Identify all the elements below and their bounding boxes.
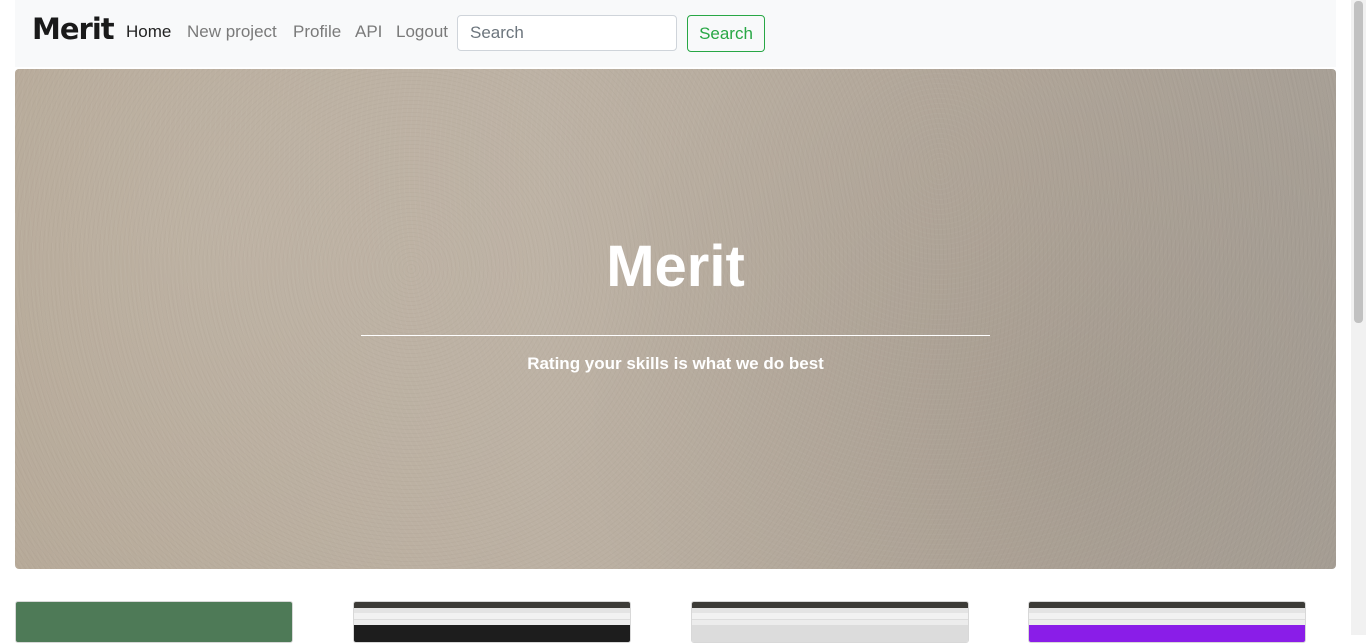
search-button[interactable]: Search [687, 15, 765, 52]
project-card[interactable] [15, 601, 293, 643]
thumbnail-urlbar [354, 613, 630, 620]
nav-link-api[interactable]: API [355, 22, 382, 42]
search-input[interactable] [457, 15, 677, 51]
project-thumbnail [692, 625, 968, 642]
thumbnail-urlbar [1029, 613, 1305, 620]
nav-link-logout[interactable]: Logout [396, 22, 448, 42]
navbar: Merit Home New project Profile API Logou… [15, 0, 1336, 67]
hero-title: Merit [606, 234, 745, 299]
page-scrollbar[interactable] [1351, 0, 1366, 635]
project-thumbnail [354, 625, 630, 642]
nav-link-home[interactable]: Home [126, 22, 171, 42]
nav-link-profile[interactable]: Profile [293, 22, 341, 42]
project-thumbnail [1029, 625, 1305, 642]
hero-divider [361, 335, 990, 336]
project-card[interactable] [1028, 601, 1306, 643]
project-card[interactable] [691, 601, 969, 643]
scrollbar-thumb[interactable] [1354, 1, 1363, 323]
project-card[interactable] [353, 601, 631, 643]
hero-subtitle: Rating your skills is what we do best [527, 354, 824, 373]
hero-banner: Merit Rating your skills is what we do b… [15, 69, 1336, 569]
nav-link-new-project[interactable]: New project [187, 22, 277, 42]
brand-logo[interactable]: Merit [32, 12, 115, 46]
thumbnail-urlbar [692, 613, 968, 620]
